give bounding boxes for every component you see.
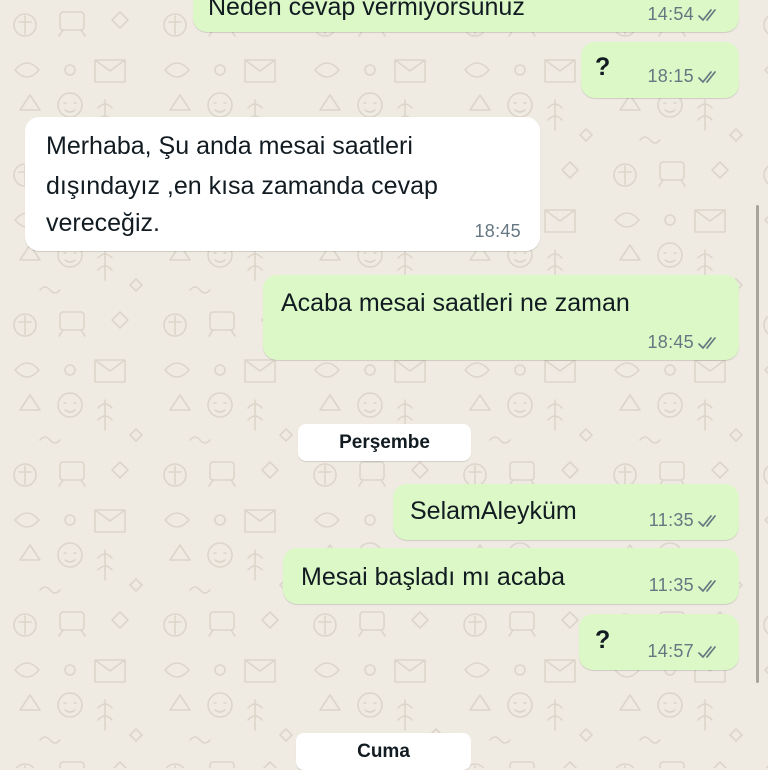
double-check-icon [698, 70, 716, 83]
message-time: 14:54 [647, 4, 694, 24]
date-separator-label: Cuma [357, 740, 410, 762]
chat-scrollbar[interactable] [756, 205, 759, 683]
message-meta: 18:45 [647, 332, 720, 353]
message-time: 11:35 [648, 510, 694, 530]
double-check-icon [698, 579, 716, 592]
message-bubble-outgoing[interactable]: Acaba mesai saatleri ne zaman 18:45 [263, 275, 739, 360]
message-text: Neden cevap vermiyorsunuz [208, 0, 525, 21]
message-text: ? [595, 626, 611, 654]
double-check-icon [698, 645, 716, 658]
message-bubble-incoming[interactable]: Merhaba, Şu anda mesai saatleri dışınday… [25, 117, 540, 251]
message-text-line: vereceğiz. [46, 209, 160, 237]
double-check-icon [698, 514, 716, 527]
message-meta: 14:57 [647, 641, 720, 662]
double-check-icon [698, 336, 716, 349]
message-meta: 18:15 [647, 66, 720, 87]
message-text: Mesai başladı mı acaba [301, 563, 566, 591]
message-text-line: dışındayız ,en kısa zamanda cevap [46, 172, 438, 200]
message-time: 18:15 [647, 66, 694, 86]
message-bubble-outgoing[interactable]: ? 14:57 [579, 614, 739, 670]
message-bubble-outgoing[interactable]: Mesai başladı mı acaba 11:35 [283, 548, 739, 604]
message-time: 18:45 [647, 332, 694, 352]
message-bubble-outgoing[interactable]: ? 18:15 [581, 42, 739, 98]
message-meta: 11:35 [649, 575, 720, 596]
message-bubble-outgoing[interactable]: Neden cevap vermiyorsunuz 14:54 [193, 0, 739, 32]
message-text: Acaba mesai saatleri ne zaman [281, 289, 630, 317]
message-time: 18:45 [474, 221, 521, 241]
message-bubble-outgoing[interactable]: SelamAleyküm 11:35 [393, 484, 739, 540]
date-separator: Perşembe [298, 424, 471, 461]
message-meta: 14:54 [647, 4, 720, 25]
message-time: 11:35 [648, 575, 694, 595]
message-time: 14:57 [647, 641, 694, 661]
message-text: ? [595, 53, 611, 81]
message-text: SelamAleyküm [410, 497, 577, 525]
message-meta: 11:35 [649, 510, 720, 531]
double-check-icon [698, 8, 716, 21]
date-separator-label: Perşembe [339, 431, 430, 453]
message-meta: 18:45 [474, 221, 521, 242]
message-text-line: Merhaba, Şu anda mesai saatleri [46, 132, 413, 160]
date-separator: Cuma [296, 733, 471, 770]
